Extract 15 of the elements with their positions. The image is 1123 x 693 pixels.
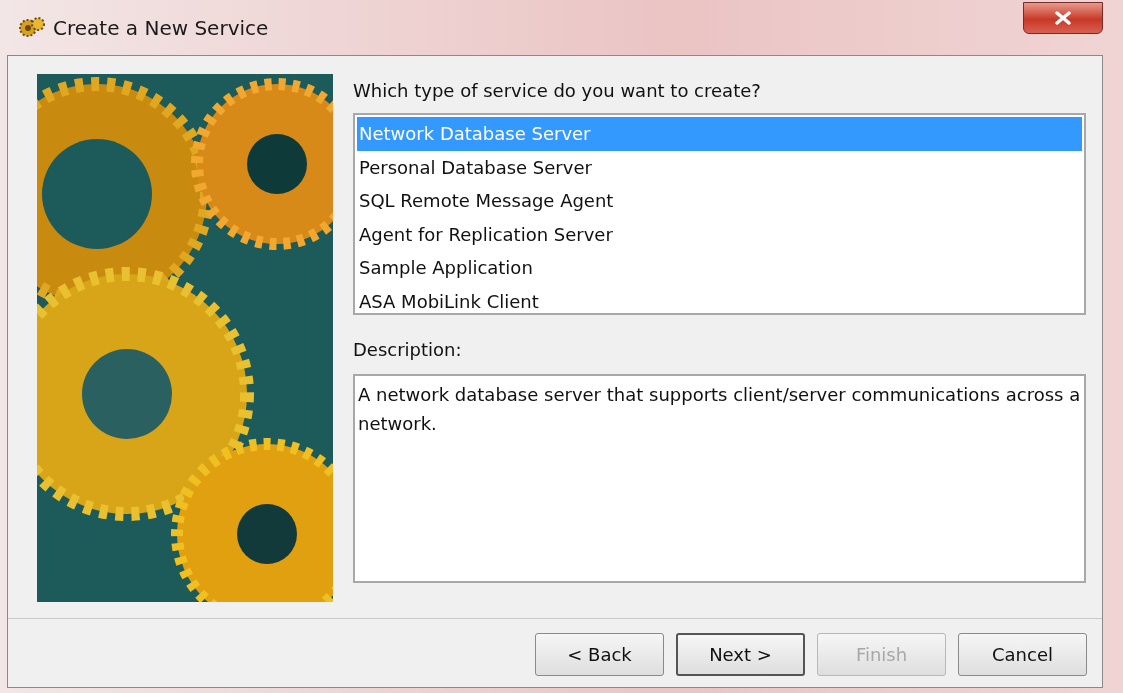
service-type-item[interactable]: Sample Application bbox=[357, 251, 1082, 285]
dialog-button[interactable]: Cancel bbox=[958, 633, 1087, 676]
close-icon bbox=[1054, 10, 1072, 25]
service-type-item[interactable]: ASA MobiLink Client bbox=[357, 284, 1082, 318]
gears-app-icon bbox=[19, 15, 45, 40]
service-type-item[interactable]: Agent for Replication Server bbox=[357, 217, 1082, 251]
description-text: A network database server that supports client/server communications across a network. bbox=[358, 384, 1081, 434]
close-button[interactable] bbox=[1023, 1, 1103, 34]
dialog-button[interactable]: Next > bbox=[676, 633, 805, 676]
service-type-prompt: Which type of service do you want to create? bbox=[353, 80, 762, 101]
window-title: Create a New Service bbox=[53, 15, 270, 40]
service-type-item[interactable]: SQL Remote Message Agent bbox=[357, 184, 1082, 218]
service-type-item[interactable]: Personal Database Server bbox=[357, 150, 1082, 184]
dialog-button[interactable]: < Back bbox=[535, 633, 664, 676]
description-label: Description: bbox=[353, 339, 463, 360]
